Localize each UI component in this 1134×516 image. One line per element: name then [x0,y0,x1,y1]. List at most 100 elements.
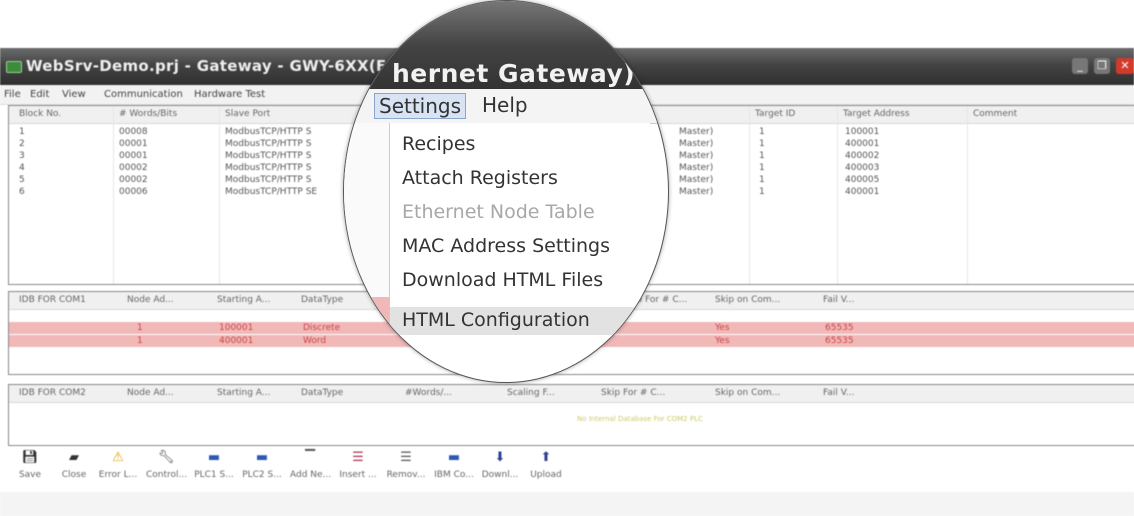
col-skip-for[interactable]: Skip For # C... [601,388,665,398]
col-skip-on-com[interactable]: Skip on Com... [715,388,780,398]
grid-divider [219,106,220,284]
words-bits: 00001 [119,151,148,161]
target-id: 1 [759,163,765,173]
plc-icon: ▬ [207,450,221,465]
window-title: WebSrv-Demo.prj - Gateway - GWY-6XX(Et [26,57,395,75]
col-skip-on-com[interactable]: Skip on Com... [715,295,780,305]
empty-database-message: No Internal Database For COM2 PLC [577,415,703,423]
col-words[interactable]: #Words/... [405,388,452,398]
minimize-button[interactable]: _ [1072,58,1088,74]
upload-button[interactable]: ⬆ Upload [526,450,566,480]
menu-edit[interactable]: Edit [30,89,49,100]
plc-icon: ▬ [447,450,461,465]
target-address: 400001 [845,139,880,149]
menu-item-attach-registers[interactable]: Attach Registers [402,167,558,189]
app-icon [6,61,22,73]
bottom-toolbar: 💾︎ Save ▰ Close ⚠ Error L... 🔧︎ Control.… [0,442,1134,488]
maximize-button[interactable]: ❐ [1094,58,1110,74]
fail-value: 65535 [825,336,854,346]
add-new-button[interactable]: ▔ Add Ne... [290,450,331,480]
col-idb-com1[interactable]: IDB FOR COM1 [19,295,86,305]
upload-label: Upload [530,470,562,480]
plc2-label: PLC2 S... [242,470,282,480]
menu-communication[interactable]: Communication [104,89,183,100]
download-label: Downl... [481,470,519,480]
menu-item-ethernet-node-table[interactable]: Ethernet Node Table [402,201,595,223]
menu-view[interactable]: View [62,89,86,100]
col-fail-value[interactable]: Fail V... [823,295,854,305]
master-type: Master) [679,127,714,137]
insert-rows-icon: ☰ [352,450,364,465]
col-words-bits[interactable]: # Words/Bits [119,109,177,119]
upload-icon: ⬆ [540,450,552,465]
col-node-address[interactable]: Node Ad... [127,388,174,398]
master-type: Master) [679,163,714,173]
com2-table-header: IDB FOR COM2 Node Ad... Starting A... Da… [9,385,1134,403]
close-doc-icon: ▰ [69,450,79,465]
download-button[interactable]: ⬇ Downl... [480,450,520,480]
menu-item-mac-address-settings[interactable]: MAC Address Settings [402,235,610,257]
col-starting-address[interactable]: Starting A... [217,388,270,398]
menu-item-recipes[interactable]: Recipes [402,133,475,155]
close-window-button[interactable]: ✕ [1116,58,1134,74]
col-datatype[interactable]: DataType [301,295,343,305]
close-icon: ✕ [1120,59,1130,72]
control-label: Control... [146,470,188,480]
menu-help[interactable]: Help [482,93,528,117]
starting-address: 400001 [219,336,254,346]
save-button[interactable]: 💾︎ Save [10,450,50,480]
ibm-compatible-button[interactable]: ▬ IBM Co... [434,450,474,480]
plc2-settings-button[interactable]: ▬ PLC2 S... [242,450,282,480]
col-datatype[interactable]: DataType [301,388,343,398]
plc1-settings-button[interactable]: ▬ PLC1 S... [194,450,234,480]
skip-on-com: Yes [715,323,730,333]
control-button[interactable]: 🔧︎ Control... [146,450,188,480]
menu-item-download-html-files[interactable]: Download HTML Files [402,269,603,291]
menu-settings[interactable]: Settings [374,93,467,119]
close-label: Close [61,470,87,480]
plc-icon: ▬ [255,450,269,465]
menu-item-html-configuration[interactable]: HTML Configuration [390,307,652,335]
target-id: 1 [759,175,765,185]
col-node-address[interactable]: Node Ad... [127,295,174,305]
wrench-icon: 🔧︎ [157,450,175,465]
col-fail-value[interactable]: Fail V... [823,388,854,398]
add-line-icon: ▔ [305,450,315,465]
col-comment[interactable]: Comment [973,109,1017,119]
block-no: 4 [19,163,25,173]
minimize-icon: _ [1077,59,1083,72]
target-address: 400005 [845,175,880,185]
grid-divider [837,106,838,284]
error-log-button[interactable]: ⚠ Error L... [98,450,138,480]
insert-button[interactable]: ☰ Insert ... [338,450,378,480]
download-icon: ⬇ [494,450,506,465]
error-log-label: Error L... [98,470,138,480]
menu-file[interactable]: File [4,89,21,100]
col-block-no[interactable]: Block No. [19,109,61,119]
ibm-label: IBM Co... [434,470,474,480]
master-type: Master) [679,187,714,197]
target-address: 400003 [845,163,880,173]
datatype: Discrete [303,323,341,333]
remove-button[interactable]: ☰ Remov... [386,450,426,480]
lens-title-bar: hernet Gateway) [344,1,668,89]
block-no: 3 [19,151,25,161]
plc1-label: PLC1 S... [194,470,234,480]
slave-port: ModbusTCP/HTTP S [225,151,312,161]
slave-port: ModbusTCP/HTTP S [225,163,312,173]
target-address: 400001 [845,187,880,197]
col-slave-port[interactable]: Slave Port [225,109,270,119]
col-starting-address[interactable]: Starting A... [217,295,270,305]
col-target-id[interactable]: Target ID [755,109,795,119]
target-id: 1 [759,187,765,197]
master-type: Master) [679,175,714,185]
words-bits: 00001 [119,139,148,149]
com2-table: IDB FOR COM2 Node Ad... Starting A... Da… [8,384,1134,446]
col-scaling[interactable]: Scaling F... [507,388,555,398]
menu-hardware-test[interactable]: Hardware Test [194,89,265,100]
slave-port: ModbusTCP/HTTP SE [225,187,318,197]
col-target-address[interactable]: Target Address [843,109,910,119]
col-idb-com2[interactable]: IDB FOR COM2 [19,388,86,398]
words-bits: 00002 [119,175,148,185]
close-button[interactable]: ▰ Close [54,450,94,480]
